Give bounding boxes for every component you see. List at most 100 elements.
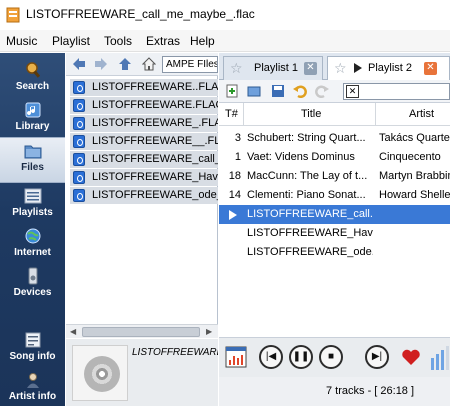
column-artist[interactable]: Artist — [409, 108, 434, 120]
now-playing-title: LISTOFFREEWARE_call_ — [132, 347, 218, 358]
sidebar-item-artist-info[interactable]: Artist info — [0, 367, 65, 413]
devices-icon — [28, 267, 37, 285]
track-artist: Cinquecento — [379, 151, 441, 163]
stop-icon: ■ — [327, 351, 335, 362]
tab-playlist-2[interactable]: ☆ Playlist 2 ✕ — [327, 56, 450, 80]
file-name: LISTOFFREEWARE..FLAC — [92, 81, 218, 93]
album-cover[interactable] — [72, 345, 128, 401]
file-item[interactable]: LISTOFFREEWARE_Hava — [70, 169, 218, 186]
audio-file-icon — [73, 135, 85, 148]
volume-meter-icon[interactable] — [429, 344, 450, 370]
track-title: LISTOFFREEWARE_ode... — [247, 246, 373, 258]
status-bar: 7 tracks - [ 26:18 ] — [219, 377, 450, 406]
visualizer-icon[interactable] — [225, 346, 247, 368]
back-arrow-icon[interactable] — [72, 57, 86, 71]
audio-file-icon — [73, 153, 85, 166]
menu-help[interactable]: Help — [190, 34, 215, 48]
track-title: MacCunn: The Lay of t... — [247, 170, 368, 182]
path-field[interactable]: AMPE FIles — [162, 56, 218, 73]
table-row[interactable]: 14 Clementi: Piano Sonat... Howard Shell… — [219, 186, 450, 205]
clear-filter-icon[interactable]: ✕ — [346, 85, 359, 98]
table-row[interactable]: LISTOFFREEWARE_Hav... — [219, 224, 450, 243]
track-title: Vaet: Videns Dominus — [247, 151, 355, 163]
pause-icon: ❚❚ — [292, 351, 310, 362]
close-icon[interactable]: ✕ — [304, 62, 317, 75]
up-arrow-icon[interactable] — [118, 57, 132, 71]
previous-icon: |◀ — [265, 351, 277, 362]
file-name: LISTOFFREEWARE__.FLAC — [92, 135, 218, 147]
forward-arrow-icon[interactable] — [94, 57, 108, 71]
file-item[interactable]: LISTOFFREEWARE_ode_t — [70, 187, 218, 204]
table-row[interactable]: 18 MacCunn: The Lay of t... Martyn Brabb… — [219, 167, 450, 186]
table-row[interactable]: 3 Schubert: String Quart... Takács Quart… — [219, 129, 450, 148]
audio-file-icon — [73, 171, 85, 184]
audio-file-icon — [73, 117, 85, 130]
file-name: LISTOFFREEWARE_ode_t — [92, 189, 218, 201]
audio-file-icon — [73, 189, 85, 202]
file-browser: AMPE FIles LISTOFFREEWARE..FLAC LISTOFFR… — [66, 53, 218, 338]
menu-tools[interactable]: Tools — [104, 34, 132, 48]
stop-button[interactable]: ■ — [319, 345, 343, 369]
internet-icon — [25, 228, 40, 244]
column-track-number[interactable]: T# — [225, 108, 238, 120]
file-name: LISTOFFREEWARE_.FLAC — [92, 117, 218, 129]
save-icon[interactable] — [271, 84, 285, 98]
tab-label: Playlist 2 — [368, 62, 413, 74]
tab-playlist-1[interactable]: ☆ Playlist 1 ✕ — [223, 56, 323, 80]
star-icon[interactable]: ☆ — [230, 57, 243, 79]
track-title: LISTOFFREEWARE_call... — [247, 208, 373, 220]
sidebar-item-label: Library — [15, 121, 50, 132]
playlists-icon — [24, 188, 41, 204]
sidebar-item-files[interactable]: Files — [0, 137, 65, 183]
table-row-playing[interactable]: LISTOFFREEWARE_call... — [219, 205, 450, 224]
track-number: 1 — [234, 151, 241, 163]
file-name: LISTOFFREEWARE_Hava — [92, 171, 218, 183]
new-playlist-icon[interactable] — [225, 84, 239, 98]
file-name: LISTOFFREEWARE_call_m — [92, 153, 218, 165]
playlist-panel: ☆ Playlist 1 ✕ ☆ Playlist 2 ✕ ✕ T# Title… — [219, 53, 450, 406]
previous-button[interactable]: |◀ — [259, 345, 283, 369]
file-item[interactable]: LISTOFFREEWARE__.FLAC — [70, 133, 218, 150]
table-row[interactable]: 1 Vaet: Videns Dominus Cinquecento — [219, 148, 450, 167]
scroll-left-icon[interactable]: ◀ — [70, 327, 76, 336]
track-number: 18 — [228, 170, 241, 182]
table-row[interactable]: LISTOFFREEWARE_ode... — [219, 243, 450, 262]
song-info-icon — [25, 332, 40, 348]
love-heart-icon[interactable] — [401, 347, 421, 367]
cd-icon — [84, 356, 120, 392]
scrollbar-thumb[interactable] — [82, 327, 200, 337]
menu-playlist[interactable]: Playlist — [52, 34, 90, 48]
file-item[interactable]: LISTOFFREEWARE..FLAC — [70, 79, 218, 96]
home-icon[interactable] — [142, 57, 156, 71]
star-icon[interactable]: ☆ — [334, 57, 347, 79]
undo-icon[interactable] — [293, 84, 307, 98]
now-playing-icon — [229, 210, 237, 220]
sidebar-item-label: Search — [15, 81, 50, 92]
track-artist: Martyn Brabbins — [379, 170, 450, 182]
next-button[interactable]: ▶| — [365, 345, 389, 369]
scroll-right-icon[interactable]: ▶ — [206, 327, 212, 336]
sidebar-item-label: Internet — [14, 247, 51, 258]
files-icon — [24, 145, 41, 159]
track-number: 14 — [228, 189, 241, 201]
redo-icon[interactable] — [315, 84, 329, 98]
track-title: Clementi: Piano Sonat... — [247, 189, 366, 201]
track-number: 3 — [234, 132, 241, 144]
audio-file-icon — [73, 99, 85, 112]
horizontal-scrollbar[interactable]: ◀ ▶ — [66, 324, 218, 338]
menu-extras[interactable]: Extras — [146, 34, 180, 48]
now-playing-panel: LISTOFFREEWARE_call_ — [66, 339, 218, 406]
pause-button[interactable]: ❚❚ — [289, 345, 313, 369]
sidebar-item-devices[interactable]: Devices — [0, 263, 65, 309]
column-title[interactable]: Title — [301, 108, 321, 120]
file-item[interactable]: LISTOFFREEWARE_.FLAC — [70, 115, 218, 132]
playlist-toolbar: ✕ — [219, 80, 450, 103]
menu-music[interactable]: Music — [6, 34, 37, 48]
playlist-filter-input[interactable]: ✕ — [343, 83, 450, 100]
track-title: Schubert: String Quart... — [247, 132, 366, 144]
play-indicator-icon — [354, 63, 362, 73]
close-icon[interactable]: ✕ — [424, 62, 437, 75]
file-item[interactable]: LISTOFFREEWARE.FLAC — [70, 97, 218, 114]
load-playlist-icon[interactable] — [247, 84, 261, 98]
file-item[interactable]: LISTOFFREEWARE_call_m — [70, 151, 218, 168]
